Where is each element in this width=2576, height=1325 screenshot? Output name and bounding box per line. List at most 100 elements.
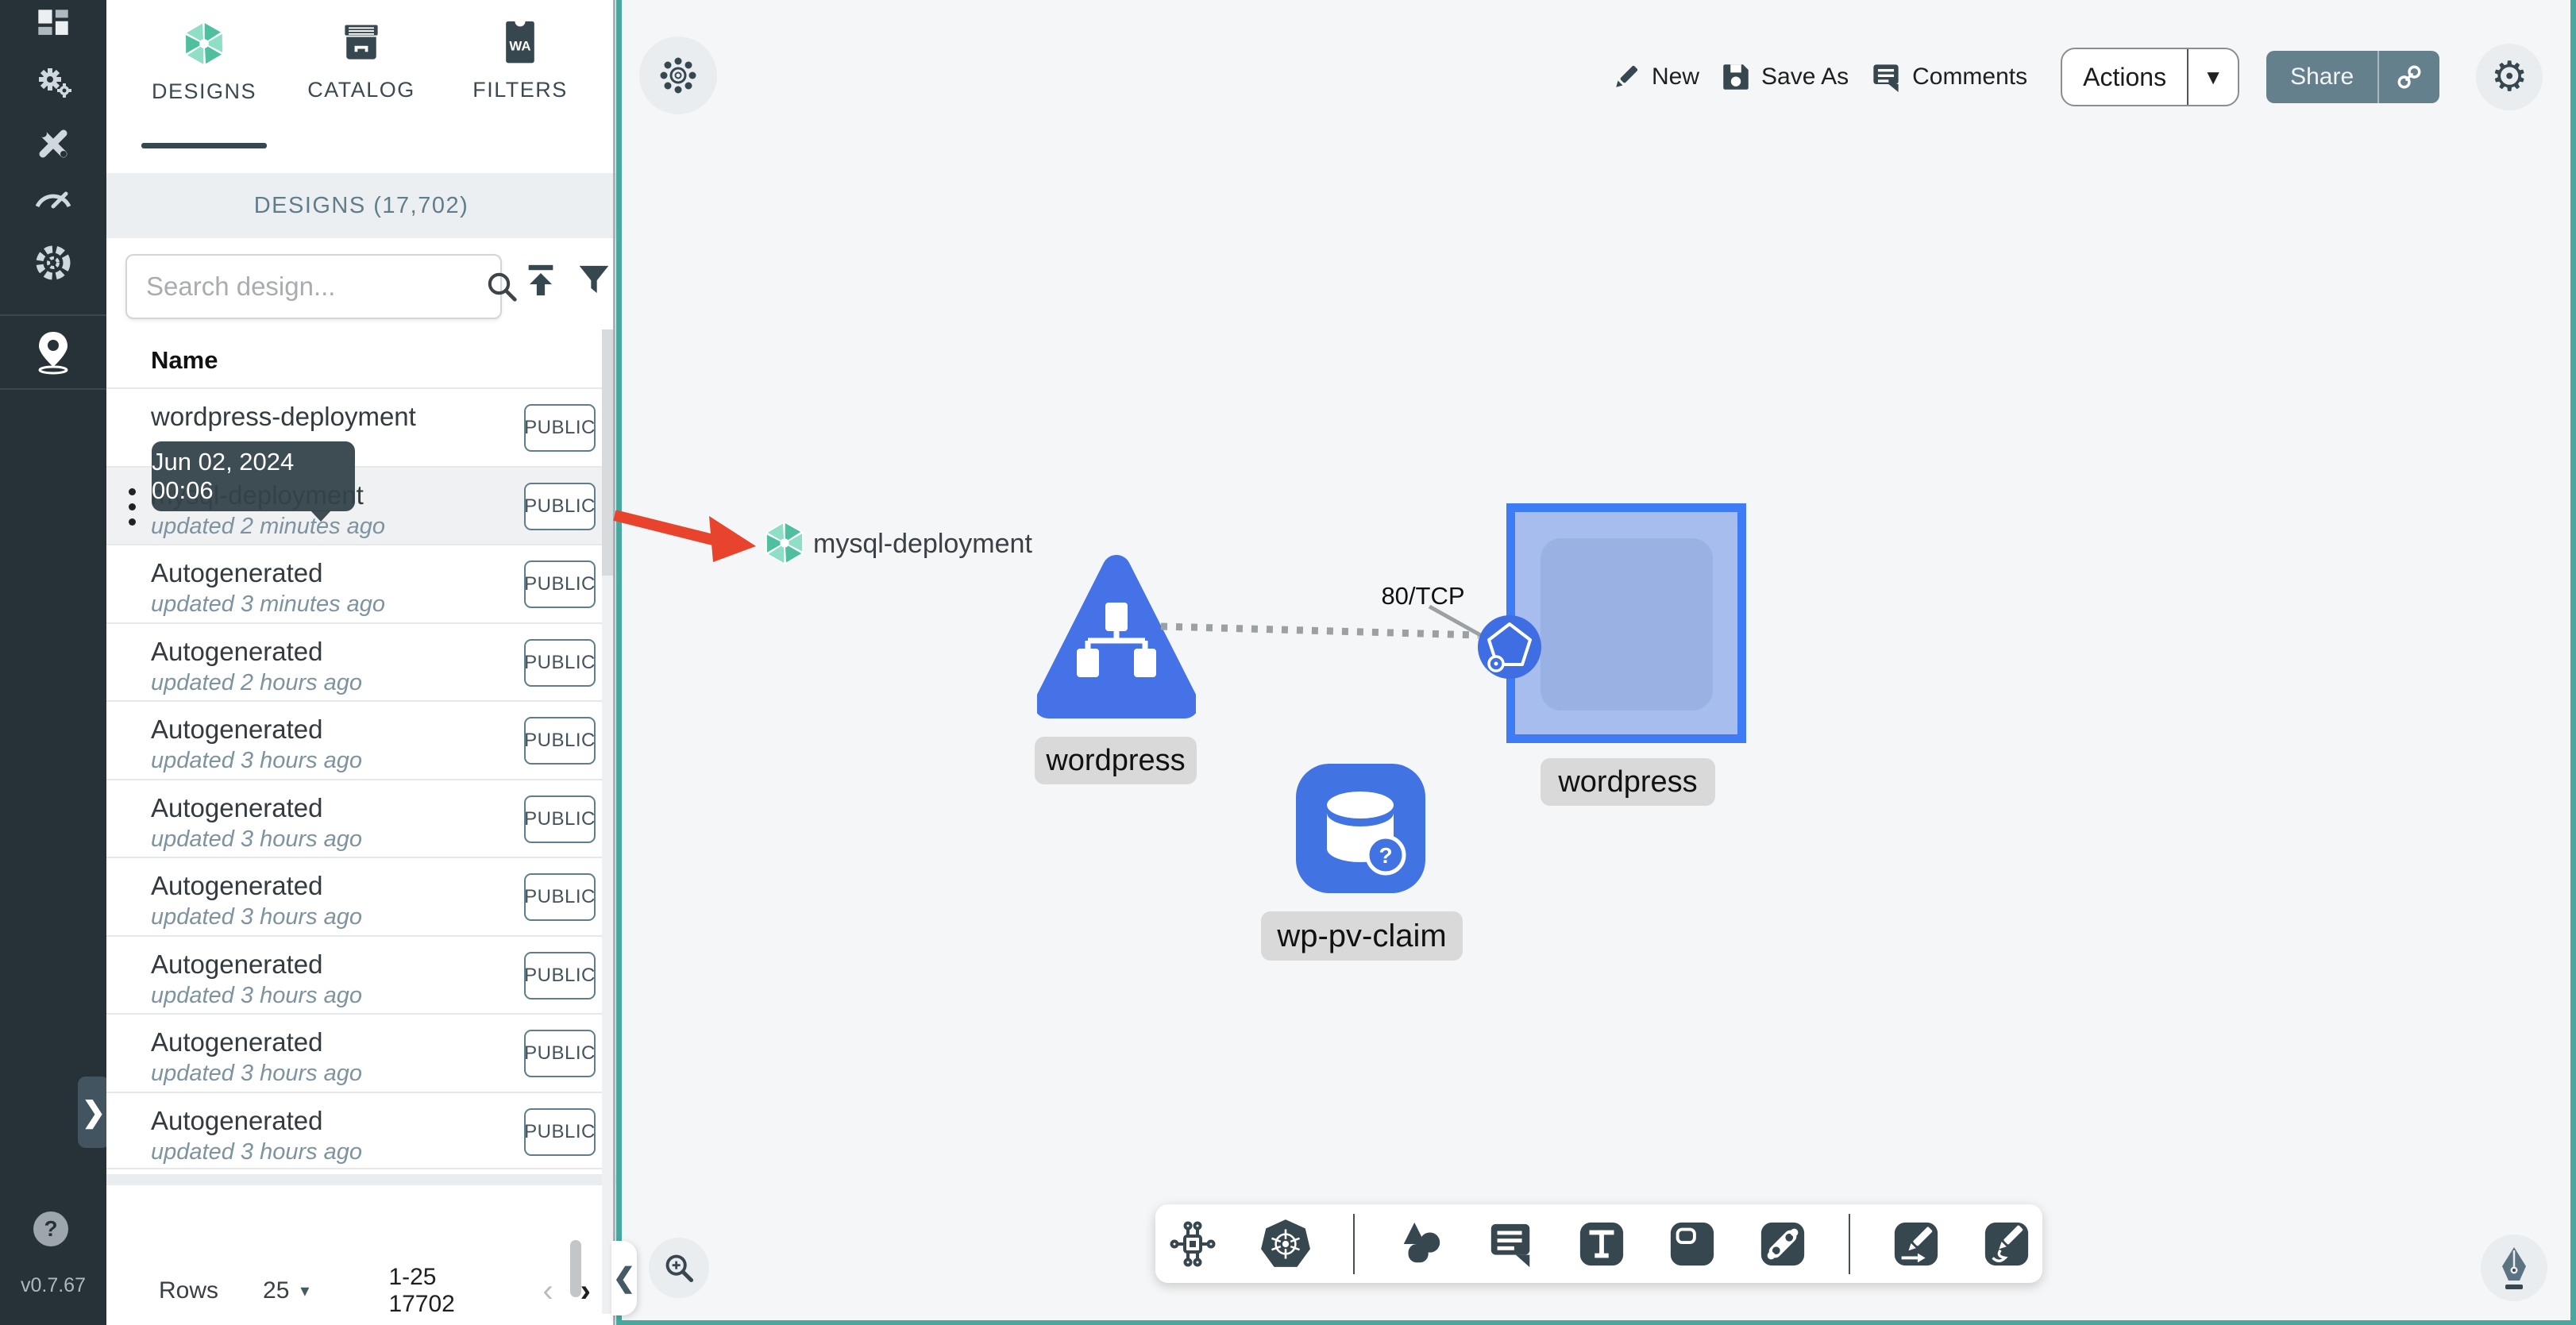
edge-port-label: 80/TCP	[1381, 582, 1465, 610]
selected-design-meshery-icon[interactable]	[761, 519, 808, 567]
visibility-badge: PUBLIC	[524, 1107, 596, 1156]
design-list-item[interactable]: Autogenerated updated 3 hours ago PUBLIC	[106, 857, 607, 935]
container-node[interactable]	[1506, 503, 1746, 743]
design-name: Autogenerated	[151, 558, 323, 587]
collapse-panel-button[interactable]: ❮	[611, 1241, 637, 1315]
panel-edge-line	[613, 0, 615, 1325]
performance-icon[interactable]	[0, 179, 106, 214]
comment-tool-icon[interactable]	[1487, 1219, 1536, 1269]
pencil-icon	[1612, 63, 1641, 91]
actions-label: Actions	[2083, 62, 2167, 91]
design-name: Autogenerated	[151, 871, 323, 900]
tab-catalog-label: CATALOG	[307, 78, 415, 102]
kubernetes-icon[interactable]	[1259, 1218, 1312, 1270]
meshery-logo-icon	[179, 19, 229, 68]
design-name: Autogenerated	[151, 636, 323, 666]
rows-per-page-caret-icon[interactable]: ▾	[300, 1281, 309, 1301]
rows-label: Rows	[159, 1277, 219, 1304]
copy-link-icon[interactable]	[2379, 51, 2439, 103]
prev-page-button[interactable]: ‹	[542, 1273, 553, 1309]
design-list-item[interactable]: Autogenerated updated 3 minutes ago PUBL…	[106, 544, 607, 622]
node-label: wordpress	[1541, 758, 1715, 806]
visibility-badge: PUBLIC	[524, 951, 596, 1000]
persistent-volume-claim-node[interactable]: ?	[1296, 764, 1425, 893]
dashboard-icon[interactable]	[0, 6, 106, 43]
version-label: v0.7.67	[20, 1274, 86, 1296]
filters-wasm-icon: WA	[496, 19, 544, 67]
zoom-in-button[interactable]	[649, 1238, 709, 1298]
design-updated: updated 3 hours ago	[151, 1138, 363, 1165]
tab-filters[interactable]: WA FILTERS	[453, 19, 588, 102]
lifecycle-icon[interactable]	[0, 62, 106, 103]
canvas-border-left	[616, 0, 622, 1325]
design-list-item[interactable]: Autogenerated updated 3 hours ago PUBLIC	[106, 1091, 607, 1169]
whiteboard-mode-button[interactable]	[2481, 1234, 2547, 1301]
pen-nib-icon	[2494, 1246, 2534, 1290]
selected-design-name: mysql-deployment	[813, 529, 1032, 559]
design-list-item[interactable]: Autogenerated updated 3 hours ago PUBLIC	[106, 700, 607, 779]
freehand-pen-tool-icon[interactable]	[1982, 1219, 2031, 1269]
column-header-name: Name	[151, 346, 218, 374]
edge-pen-tool-icon[interactable]	[1892, 1219, 1941, 1269]
help-button[interactable]: ?	[33, 1211, 68, 1246]
tab-catalog[interactable]: CATALOG	[294, 19, 429, 102]
dock-divider	[1352, 1213, 1355, 1274]
nav-divider	[0, 388, 106, 390]
svg-text:WA: WA	[509, 38, 530, 53]
cluster-icon	[660, 57, 696, 94]
deployment-node[interactable]	[1037, 552, 1196, 720]
relationship-tool-icon[interactable]	[1758, 1219, 1807, 1269]
visibility-badge: PUBLIC	[524, 560, 596, 608]
dock-divider	[1848, 1213, 1850, 1274]
rows-per-page-value[interactable]: 25	[263, 1277, 289, 1304]
save-icon	[1722, 63, 1750, 91]
design-updated: updated 2 minutes ago	[151, 513, 386, 539]
tab-designs-label: DESIGNS	[151, 79, 257, 103]
note-tool-icon[interactable]	[1668, 1219, 1717, 1269]
visibility-badge: PUBLIC	[524, 717, 596, 765]
actions-split-button[interactable]: Actions ▼	[2061, 48, 2240, 106]
design-list-item[interactable]: Autogenerated updated 2 hours ago PUBLIC	[106, 622, 607, 701]
design-list-item[interactable]: Autogenerated updated 3 hours ago PUBLIC	[106, 778, 607, 857]
kebab-menu-icon[interactable]	[129, 487, 136, 526]
canvas-toolbar: New Save As Comments Actions ▼ Share ⚙	[1612, 44, 2543, 110]
search-icon[interactable]	[485, 270, 519, 303]
design-updated: updated 3 hours ago	[151, 904, 363, 930]
design-list-item[interactable]: Autogenerated updated 3 hours ago PUBLIC	[106, 1013, 607, 1092]
canvas-border-bottom	[616, 1320, 2576, 1325]
design-updated: updated 3 hours ago	[151, 748, 363, 773]
tab-designs[interactable]: DESIGNS	[137, 19, 272, 104]
list-bottom-divider	[106, 1174, 616, 1185]
comments-button[interactable]: Comments	[1871, 62, 2027, 92]
share-split-button[interactable]: Share	[2266, 51, 2440, 103]
actions-caret-icon[interactable]: ▼	[2188, 49, 2238, 105]
zoom-in-icon	[663, 1252, 695, 1284]
component-explorer-icon[interactable]	[1167, 1219, 1218, 1269]
comments-label: Comments	[1912, 64, 2028, 90]
nav-expand-button[interactable]: ❯	[78, 1077, 110, 1148]
new-button[interactable]: New	[1612, 63, 1699, 91]
design-list-item[interactable]: Autogenerated updated 3 hours ago PUBLIC	[106, 934, 607, 1014]
design-name: Autogenerated	[151, 792, 323, 822]
svg-text:?: ?	[1379, 843, 1392, 868]
configuration-icon[interactable]	[0, 124, 106, 164]
nav-divider	[0, 314, 106, 316]
save-as-button[interactable]: Save As	[1722, 63, 1849, 91]
visibility-badge: PUBLIC	[524, 404, 596, 452]
text-tool-icon[interactable]	[1577, 1219, 1626, 1269]
gear-icon: ⚙	[2490, 54, 2528, 100]
import-design-icon[interactable]	[523, 262, 559, 299]
save-as-label: Save As	[1761, 64, 1849, 90]
design-name: wordpress-deployment	[151, 402, 416, 431]
kanvas-pin-icon[interactable]	[0, 329, 106, 375]
next-page-button[interactable]: ›	[580, 1273, 591, 1309]
canvas-border-right	[2570, 0, 2576, 1325]
extensions-icon[interactable]	[0, 242, 106, 283]
settings-button[interactable]: ⚙	[2476, 44, 2543, 110]
shapes-tool-icon[interactable]	[1396, 1219, 1445, 1269]
search-input[interactable]	[145, 271, 485, 302]
chevron-left-icon: ❮	[612, 1263, 636, 1293]
design-updated: updated 3 minutes ago	[151, 591, 386, 617]
filter-funnel-icon[interactable]	[577, 262, 611, 297]
cluster-visibility-button[interactable]	[639, 37, 717, 114]
